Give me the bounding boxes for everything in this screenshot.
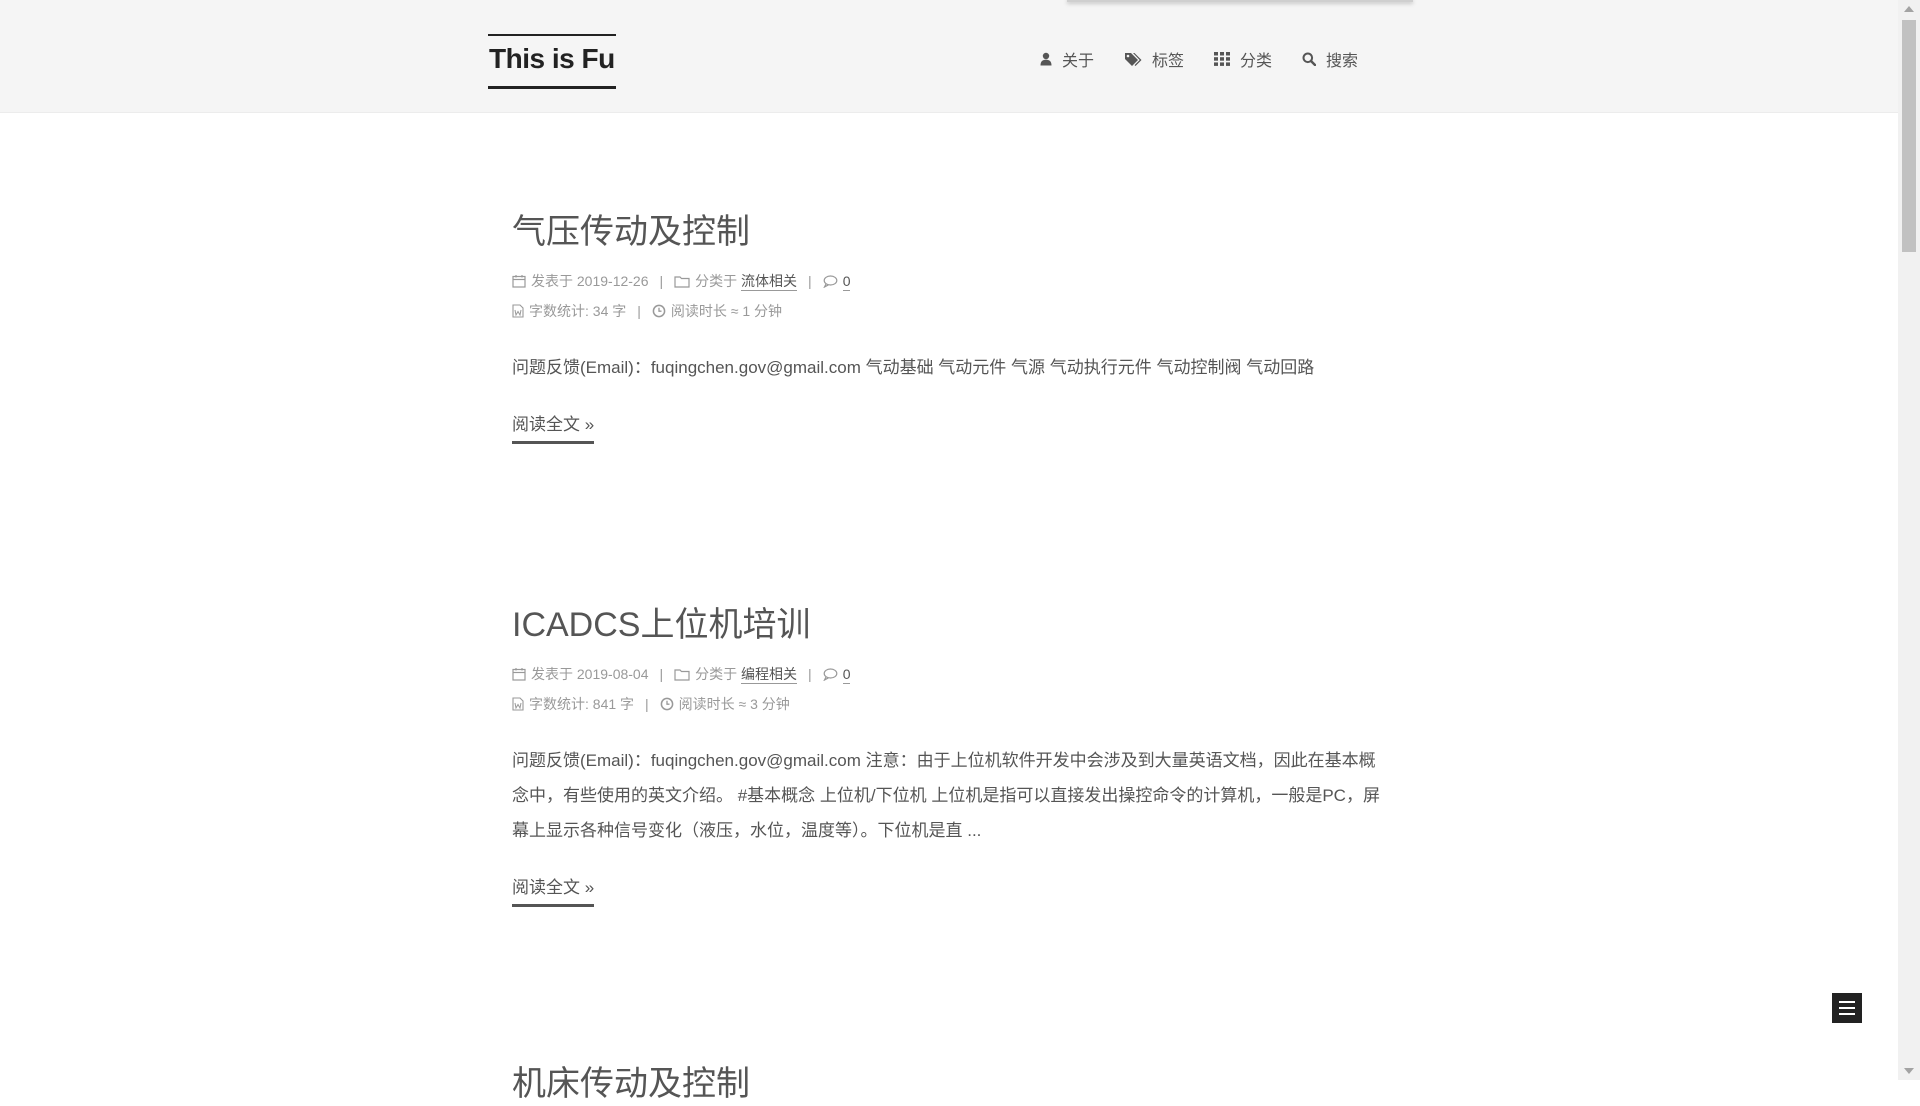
menu-bar-icon bbox=[1839, 1001, 1855, 1003]
category-link[interactable]: 流体相关 bbox=[741, 272, 798, 291]
post-item: ICADCS上位机培训 发表于 2019-08-04 | 分类于 编程相关 | … bbox=[512, 603, 1392, 907]
user-icon bbox=[1040, 52, 1052, 66]
calendar-icon bbox=[512, 275, 526, 288]
posted-label: 发表于 bbox=[531, 666, 573, 682]
word-count: 字数统计: 34 字 bbox=[529, 303, 627, 319]
post-meta-stats: 字数统计: 34 字 | 阅读时长 ≈ 1 分钟 bbox=[512, 296, 1392, 326]
search-icon bbox=[1302, 52, 1317, 66]
folder-icon bbox=[674, 275, 690, 288]
post-meta: 发表于 2019-08-04 | 分类于 编程相关 | 0 bbox=[512, 659, 1392, 689]
post-title[interactable]: 气压传动及控制 bbox=[512, 210, 1392, 254]
category-label: 分类于 bbox=[695, 666, 738, 682]
meta-divider: | bbox=[808, 273, 812, 289]
scrollbar[interactable] bbox=[1898, 0, 1920, 1080]
nav-item-categories[interactable]: 分类 bbox=[1214, 47, 1272, 71]
file-word-icon bbox=[512, 697, 524, 711]
scrollbar-thumb[interactable] bbox=[1902, 20, 1916, 252]
sidebar-toggle-button[interactable] bbox=[1832, 993, 1862, 1023]
nav-item-tags[interactable]: 标签 bbox=[1124, 47, 1184, 71]
file-word-icon bbox=[512, 304, 524, 318]
nav-item-tags-label: 标签 bbox=[1152, 53, 1185, 70]
read-more-link[interactable]: 阅读全文 » bbox=[512, 876, 595, 907]
category-link[interactable]: 编程相关 bbox=[741, 665, 798, 684]
post-excerpt: 问题反馈(Email)：fuqingchen.gov@gmail.com 气动基… bbox=[512, 358, 1315, 377]
main-nav: 关于 标签 分类 搜索 bbox=[1040, 47, 1388, 71]
menu-bar-icon bbox=[1839, 1007, 1855, 1009]
read-time: 阅读时长 ≈ 3 分钟 bbox=[678, 696, 790, 712]
meta-divider: | bbox=[659, 666, 664, 682]
site-logo[interactable]: This is Fu bbox=[488, 34, 616, 89]
post-item: 机床传动及控制 bbox=[512, 1062, 1392, 1106]
tags-icon bbox=[1125, 53, 1142, 66]
read-more-link[interactable]: 阅读全文 » bbox=[512, 413, 595, 444]
clock-icon bbox=[652, 304, 666, 318]
category-label: 分类于 bbox=[695, 273, 738, 289]
comment-icon bbox=[823, 667, 838, 681]
nav-item-about[interactable]: 关于 bbox=[1040, 47, 1094, 71]
scroll-up-arrow-icon[interactable] bbox=[1904, 6, 1914, 12]
folder-icon bbox=[674, 668, 690, 681]
post-meta: 发表于 2019-12-26 | 分类于 流体相关 | 0 bbox=[512, 266, 1392, 296]
post-excerpt: 问题反馈(Email)：fuqingchen.gov@gmail.com 注意：… bbox=[512, 751, 1380, 840]
menu-bar-icon bbox=[1839, 1013, 1855, 1015]
clock-icon bbox=[660, 697, 674, 711]
posted-label: 发表于 bbox=[531, 273, 573, 289]
post-title[interactable]: 机床传动及控制 bbox=[512, 1062, 1392, 1106]
post-item: 气压传动及控制 发表于 2019-12-26 | 分类于 流体相关 | 0 字数… bbox=[512, 210, 1392, 444]
comment-icon bbox=[823, 274, 838, 288]
nav-item-search-label: 搜索 bbox=[1326, 53, 1359, 70]
comment-count-link[interactable]: 0 bbox=[842, 665, 851, 684]
nav-item-about-label: 关于 bbox=[1062, 53, 1095, 70]
dropdown-shadow-edge bbox=[1067, 0, 1413, 2]
post-date: 2019-08-04 bbox=[576, 666, 649, 682]
meta-divider: | bbox=[637, 303, 641, 319]
nav-item-search[interactable]: 搜索 bbox=[1302, 47, 1358, 71]
comment-count-link[interactable]: 0 bbox=[842, 272, 851, 291]
meta-divider: | bbox=[645, 696, 649, 712]
meta-divider: | bbox=[808, 666, 812, 682]
nav-item-categories-label: 分类 bbox=[1240, 53, 1273, 70]
post-title[interactable]: ICADCS上位机培训 bbox=[512, 603, 1392, 647]
calendar-icon bbox=[512, 668, 526, 681]
post-meta-stats: 字数统计: 841 字 | 阅读时长 ≈ 3 分钟 bbox=[512, 689, 1392, 719]
meta-divider: | bbox=[659, 273, 664, 289]
word-count: 字数统计: 841 字 bbox=[529, 696, 635, 712]
th-icon bbox=[1214, 52, 1231, 66]
read-time: 阅读时长 ≈ 1 分钟 bbox=[670, 303, 783, 319]
site-title[interactable]: This is Fu bbox=[489, 36, 615, 82]
scroll-down-arrow-icon[interactable] bbox=[1904, 1068, 1914, 1074]
site-header: This is Fu 关于 标签 分类 搜索 bbox=[0, 0, 1898, 113]
post-date: 2019-12-26 bbox=[576, 273, 649, 289]
